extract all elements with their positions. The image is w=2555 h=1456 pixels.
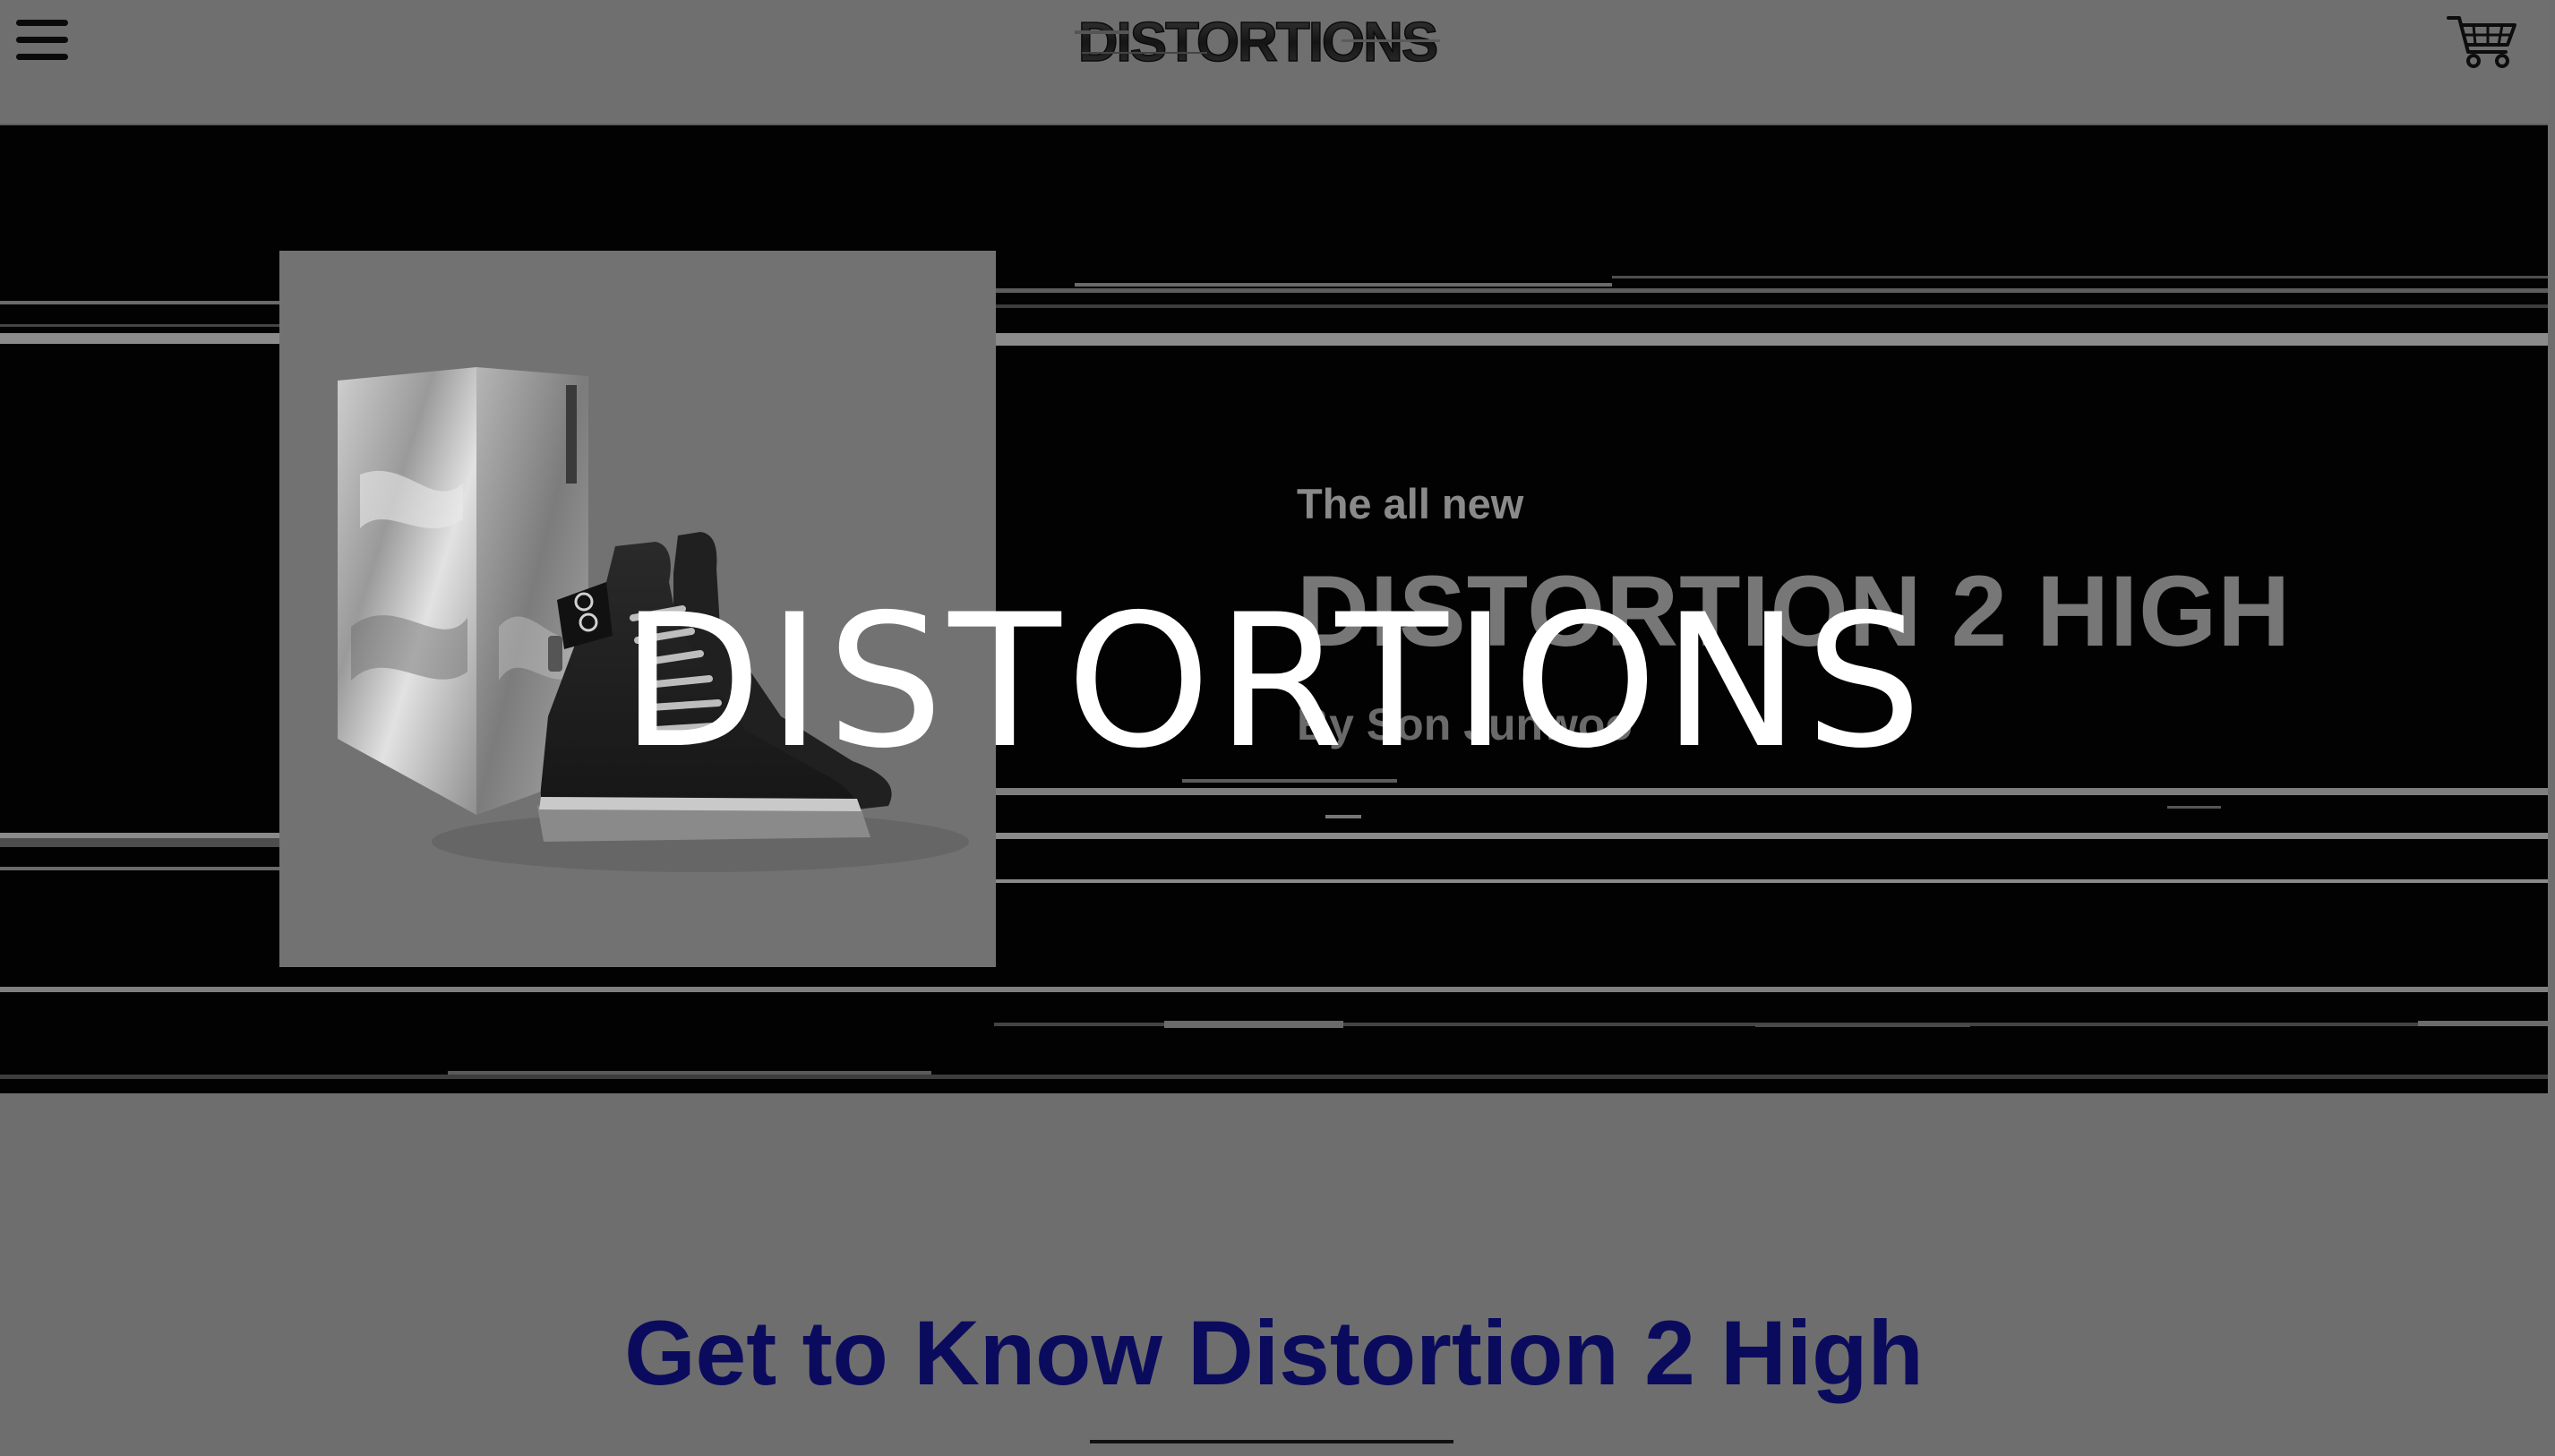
shopping-cart-icon[interactable] [2447, 13, 2518, 70]
page: DISTORTIONS The all new DISTORTION 2 HIG… [0, 0, 2555, 1456]
section-divider [1090, 1440, 1453, 1443]
overlay-brand-text: DISTORTIONS [620, 576, 1928, 789]
hamburger-menu-icon[interactable] [16, 20, 68, 61]
hero-eyebrow: The all new [1297, 480, 1524, 527]
brand-logo[interactable]: DISTORTIONS [1073, 11, 1442, 74]
brand-logo-graphic: DISTORTIONS [1075, 11, 1440, 74]
site-header: DISTORTIONS [0, 0, 2548, 125]
hero-banner: The all new DISTORTION 2 HIGH By Son Jun… [0, 125, 2548, 1093]
section-heading: Get to Know Distortion 2 High [624, 1302, 1924, 1404]
